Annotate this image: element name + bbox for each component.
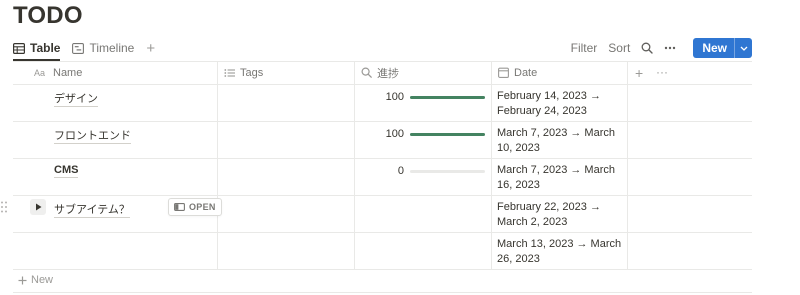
add-row-label: New	[31, 274, 54, 286]
column-header-progress[interactable]: 進捗	[361, 61, 399, 84]
column-divider	[491, 61, 492, 269]
page-title: TODO	[13, 2, 83, 29]
row-name[interactable]: CMS	[54, 164, 79, 178]
column-header-date[interactable]: Date	[498, 61, 537, 84]
add-view-button[interactable]: +	[146, 41, 155, 56]
column-header-tags-label: Tags	[240, 66, 264, 79]
column-header-name[interactable]: Aa Name	[34, 61, 82, 84]
row-name-text: CMS	[54, 164, 79, 178]
sort-button[interactable]: Sort	[608, 41, 630, 55]
list-icon	[224, 68, 235, 77]
column-divider	[354, 61, 355, 269]
row-name[interactable]: フロントエンド	[54, 127, 131, 144]
row-date[interactable]: February 14, 2023 → February 24, 2023	[497, 89, 622, 119]
triangle-right-icon	[35, 203, 41, 211]
filter-button[interactable]: Filter	[571, 41, 598, 55]
progress-value: 100	[385, 128, 404, 140]
calendar-icon	[498, 67, 509, 78]
table-border	[13, 292, 752, 293]
open-page-label: OPEN	[189, 202, 216, 212]
progress-bar	[410, 170, 485, 173]
view-tabs: Table Timeline +	[13, 39, 155, 57]
row-name-text: フロントエンド	[54, 129, 131, 144]
tab-timeline[interactable]: Timeline	[72, 41, 134, 55]
column-divider	[217, 61, 218, 269]
timeline-icon	[72, 42, 85, 54]
progress-bar	[410, 96, 485, 99]
progress-bar-fill	[410, 133, 485, 136]
row-name-text: サブアイテム？	[54, 203, 130, 218]
plus-icon	[18, 276, 27, 284]
column-header-name-label: Name	[53, 66, 83, 79]
column-divider	[627, 61, 628, 269]
open-page-button[interactable]: OPEN	[168, 198, 222, 216]
drag-handle-icon[interactable]	[0, 200, 8, 214]
column-header-date-label: Date	[514, 66, 538, 79]
new-dropdown-button[interactable]	[734, 38, 752, 58]
new-button[interactable]: New	[693, 38, 752, 58]
progress-value: 100	[385, 91, 404, 103]
search-icon	[641, 42, 654, 54]
row-date[interactable]: March 7, 2023 → March 10, 2023	[497, 126, 622, 156]
row-date[interactable]: March 13, 2023 → March 26, 2023	[497, 237, 622, 267]
open-panel-icon	[174, 203, 185, 211]
table-border	[13, 195, 752, 196]
add-property-button[interactable]: +	[635, 65, 643, 81]
more-button[interactable]	[664, 46, 676, 50]
row-name[interactable]: サブアイテム？	[54, 201, 130, 218]
table-border	[13, 269, 752, 270]
tab-timeline-label: Timeline	[89, 41, 135, 55]
column-header-tags[interactable]: Tags	[224, 61, 263, 84]
tab-table-label: Table	[30, 41, 61, 55]
search-button[interactable]	[641, 42, 654, 54]
svg-text:Aa: Aa	[34, 68, 45, 77]
table-border	[13, 84, 752, 85]
add-row-button[interactable]: New	[18, 274, 53, 286]
property-more-button[interactable]: ···	[656, 65, 668, 79]
table-border	[13, 158, 752, 159]
progress-bar	[410, 133, 485, 136]
text-icon: Aa	[34, 68, 45, 77]
row-date[interactable]: February 22, 2023 → March 2, 2023	[497, 200, 622, 230]
table-icon	[13, 42, 25, 54]
progress-value: 0	[397, 165, 404, 177]
new-button-label: New	[702, 41, 727, 55]
toolbar: Filter Sort New	[571, 38, 752, 58]
search-icon	[361, 67, 372, 78]
row-date[interactable]: March 7, 2023 → March 16, 2023	[497, 163, 622, 193]
tab-table[interactable]: Table	[13, 41, 60, 55]
expand-toggle-button[interactable]	[30, 199, 46, 215]
more-icon	[665, 46, 676, 50]
column-header-progress-label: 進捗	[377, 66, 399, 80]
row-name[interactable]: デザイン	[54, 90, 98, 107]
chevron-down-icon	[740, 46, 747, 51]
table-border	[13, 121, 752, 122]
row-name-text: デザイン	[54, 92, 98, 107]
progress-bar-fill	[410, 96, 485, 99]
table-border	[13, 232, 752, 233]
